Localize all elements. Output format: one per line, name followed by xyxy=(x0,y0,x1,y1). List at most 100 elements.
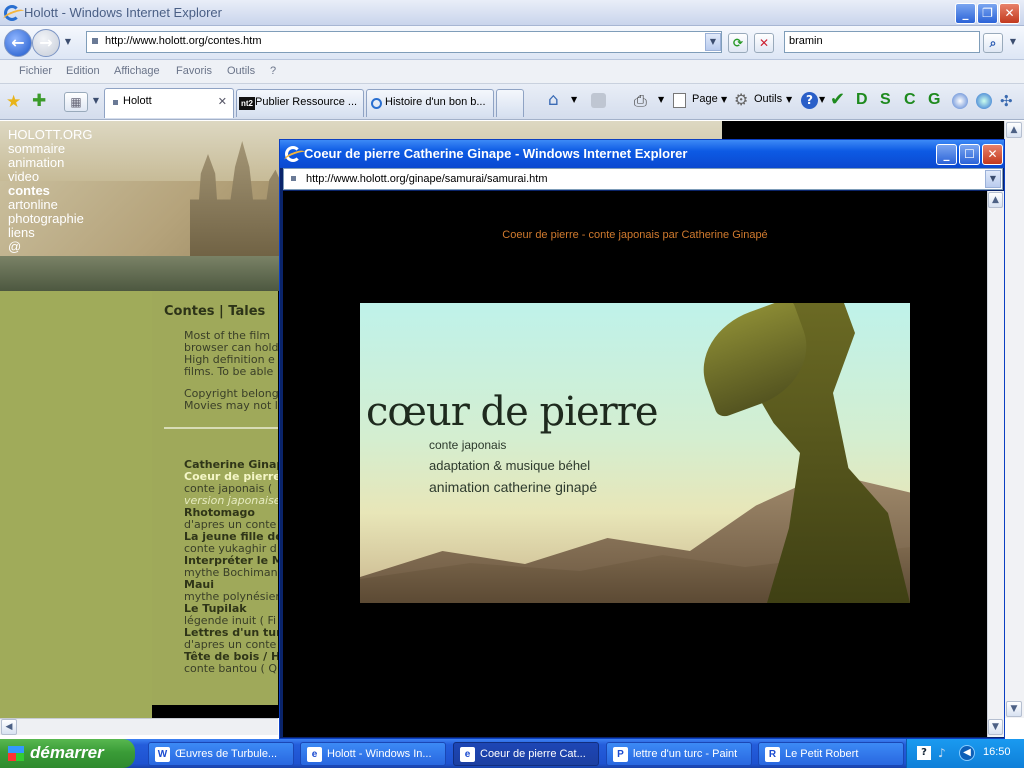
recent-pages-dropdown[interactable]: ▼ xyxy=(60,34,76,52)
tray-expand-icon[interactable]: ◀ xyxy=(959,745,975,761)
tab-histoire[interactable]: Histoire d'un bon b... xyxy=(366,89,494,117)
tale-link[interactable]: Catherine Ginapé xyxy=(184,459,278,471)
addon-icon[interactable] xyxy=(952,93,968,109)
main-vertical-scrollbar[interactable]: ▲ ▼ xyxy=(1004,121,1024,718)
menu-outils[interactable]: Outils xyxy=(227,65,255,77)
checkmark-icon[interactable]: ✔ xyxy=(830,89,845,110)
popup-address-dropdown[interactable]: ▼ xyxy=(985,170,1001,188)
print-dropdown[interactable]: ▼ xyxy=(658,95,664,104)
close-tab-icon[interactable]: ✕ xyxy=(218,95,227,108)
quick-link-d[interactable]: D xyxy=(856,91,868,109)
taskbar-button[interactable]: Plettre d'un turc - Paint xyxy=(606,742,752,766)
quick-link-g[interactable]: G xyxy=(928,91,940,109)
restore-button[interactable]: ❐ xyxy=(977,3,998,24)
film-player[interactable]: cœur de pierre conte japonais adaptation… xyxy=(360,303,910,603)
stop-icon[interactable]: ✕ xyxy=(754,33,774,53)
scroll-down-arrow[interactable]: ▼ xyxy=(1006,701,1022,717)
horizontal-scrollbar[interactable]: ◀ xyxy=(0,718,278,735)
tab-publier-ressource[interactable]: nt2 Publier Ressource ... xyxy=(236,89,364,117)
add-favorite-icon[interactable]: ✚ xyxy=(32,91,46,111)
speaker-icon[interactable]: ♪ xyxy=(938,746,946,760)
nav-sommaire[interactable]: sommaire xyxy=(8,142,65,156)
tale-link[interactable]: Maui xyxy=(184,579,278,591)
new-tab-button[interactable] xyxy=(496,89,524,117)
menu-edition[interactable]: Edition xyxy=(66,65,100,77)
tale-link[interactable]: Coeur de pierre xyxy=(184,471,278,483)
nav-animation[interactable]: animation xyxy=(8,156,64,170)
feeds-icon[interactable] xyxy=(591,93,606,108)
help-icon[interactable]: ? xyxy=(801,92,818,109)
quick-link-c[interactable]: C xyxy=(904,91,916,109)
intro-line: films. To be able xyxy=(184,366,274,378)
tale-link[interactable]: Lettres d'un turc xyxy=(184,627,278,639)
main-window-titlebar[interactable]: Holott - Windows Internet Explorer _ ❐ ✕ xyxy=(0,0,1024,26)
page-menu[interactable]: Page xyxy=(692,93,718,105)
nav-contact[interactable]: @ xyxy=(8,240,21,254)
popup-address-text: http://www.holott.org/ginape/samurai/sam… xyxy=(306,173,548,185)
search-icon[interactable]: ⌕ xyxy=(983,33,1003,53)
home-dropdown[interactable]: ▼ xyxy=(571,95,577,104)
popup-titlebar[interactable]: Coeur de pierre Catherine Ginape - Windo… xyxy=(280,140,1004,168)
menu-favoris[interactable]: Favoris xyxy=(176,65,212,77)
menu-help[interactable]: ? xyxy=(270,65,276,77)
scroll-up-arrow[interactable]: ▲ xyxy=(1006,122,1022,138)
quick-tabs-icon[interactable]: ▦ xyxy=(64,92,88,112)
close-button[interactable]: ✕ xyxy=(999,3,1020,24)
tale-link[interactable]: La jeune fille de l xyxy=(184,531,278,543)
popup-vertical-scrollbar[interactable]: ▲ ▼ xyxy=(987,191,1004,737)
favorites-star-icon[interactable]: ★ xyxy=(6,92,21,112)
print-icon[interactable]: ⎙ xyxy=(634,91,647,111)
left-margin xyxy=(0,291,152,718)
page-icon xyxy=(113,100,118,105)
nav-photographie[interactable]: photographie xyxy=(8,212,84,226)
start-button[interactable]: démarrer xyxy=(0,739,135,768)
popup-maximize-button[interactable]: ☐ xyxy=(959,144,980,165)
popup-address-bar[interactable]: http://www.holott.org/ginape/samurai/sam… xyxy=(283,168,1003,190)
popup-close-button[interactable]: ✕ xyxy=(982,144,1003,165)
help-tray-icon[interactable]: ? xyxy=(917,746,931,760)
scroll-left-arrow[interactable]: ◀ xyxy=(1,719,17,735)
page-menu-dropdown[interactable]: ▼ xyxy=(721,95,727,104)
menu-affichage[interactable]: Affichage xyxy=(114,65,160,77)
taskbar-button[interactable]: W Œuvres de Turbule... xyxy=(148,742,294,766)
popup-minimize-button[interactable]: _ xyxy=(936,144,957,165)
scroll-down-arrow[interactable]: ▼ xyxy=(988,719,1003,735)
tale-description: conte yukaghir d xyxy=(184,543,277,555)
tab-list-dropdown[interactable]: ▼ xyxy=(88,93,104,111)
taskbar-button[interactable]: e Holott - Windows In... xyxy=(300,742,446,766)
quick-link-s[interactable]: S xyxy=(880,91,891,109)
tab-holott[interactable]: Holott ✕ xyxy=(104,88,234,118)
back-button[interactable]: ← xyxy=(4,29,32,57)
nav-liens[interactable]: liens xyxy=(8,226,35,240)
search-box[interactable]: bramin xyxy=(784,31,980,53)
tools-menu-dropdown[interactable]: ▼ xyxy=(786,95,792,104)
tools-menu[interactable]: Outils xyxy=(754,93,782,105)
tale-link[interactable]: Le Tupilak xyxy=(184,603,278,615)
menu-fichier[interactable]: Fichier xyxy=(19,65,52,77)
search-input[interactable]: bramin xyxy=(789,35,823,47)
navigation-bar: ← → ▼ http://www.holott.org/contes.htm ▼… xyxy=(0,26,1024,60)
nav-video[interactable]: video xyxy=(8,170,39,184)
address-input[interactable]: http://www.holott.org/contes.htm xyxy=(105,35,262,47)
search-options-dropdown[interactable]: ▼ xyxy=(1005,34,1021,52)
scroll-up-arrow[interactable]: ▲ xyxy=(988,192,1003,208)
ie-logo-icon xyxy=(371,98,382,109)
nav-home[interactable]: HOLOTT.ORG xyxy=(8,128,93,142)
tale-link[interactable]: Tête de bois / Ha xyxy=(184,651,278,663)
taskbar-button[interactable]: e Coeur de pierre Cat... xyxy=(453,742,599,766)
taskbar-button[interactable]: R Le Petit Robert xyxy=(758,742,904,766)
address-dropdown[interactable]: ▼ xyxy=(705,33,721,51)
tale-link[interactable]: Rhotomago xyxy=(184,507,278,519)
minimize-button[interactable]: _ xyxy=(955,3,976,24)
globe-icon[interactable] xyxy=(976,93,992,109)
nav-artonline[interactable]: artonline xyxy=(8,198,58,212)
tale-link[interactable]: Interpréter le Mo xyxy=(184,555,278,567)
home-icon[interactable]: ⌂ xyxy=(548,90,559,110)
address-bar[interactable]: http://www.holott.org/contes.htm ▼ xyxy=(86,31,722,53)
refresh-icon[interactable]: ⟳ xyxy=(728,33,748,53)
extension-icon[interactable]: ✣ xyxy=(1000,92,1013,110)
forward-button[interactable]: → xyxy=(32,29,60,57)
ie-logo-icon xyxy=(4,5,20,21)
nav-contes[interactable]: contes xyxy=(8,184,50,198)
help-dropdown[interactable]: ▼ xyxy=(819,95,825,104)
